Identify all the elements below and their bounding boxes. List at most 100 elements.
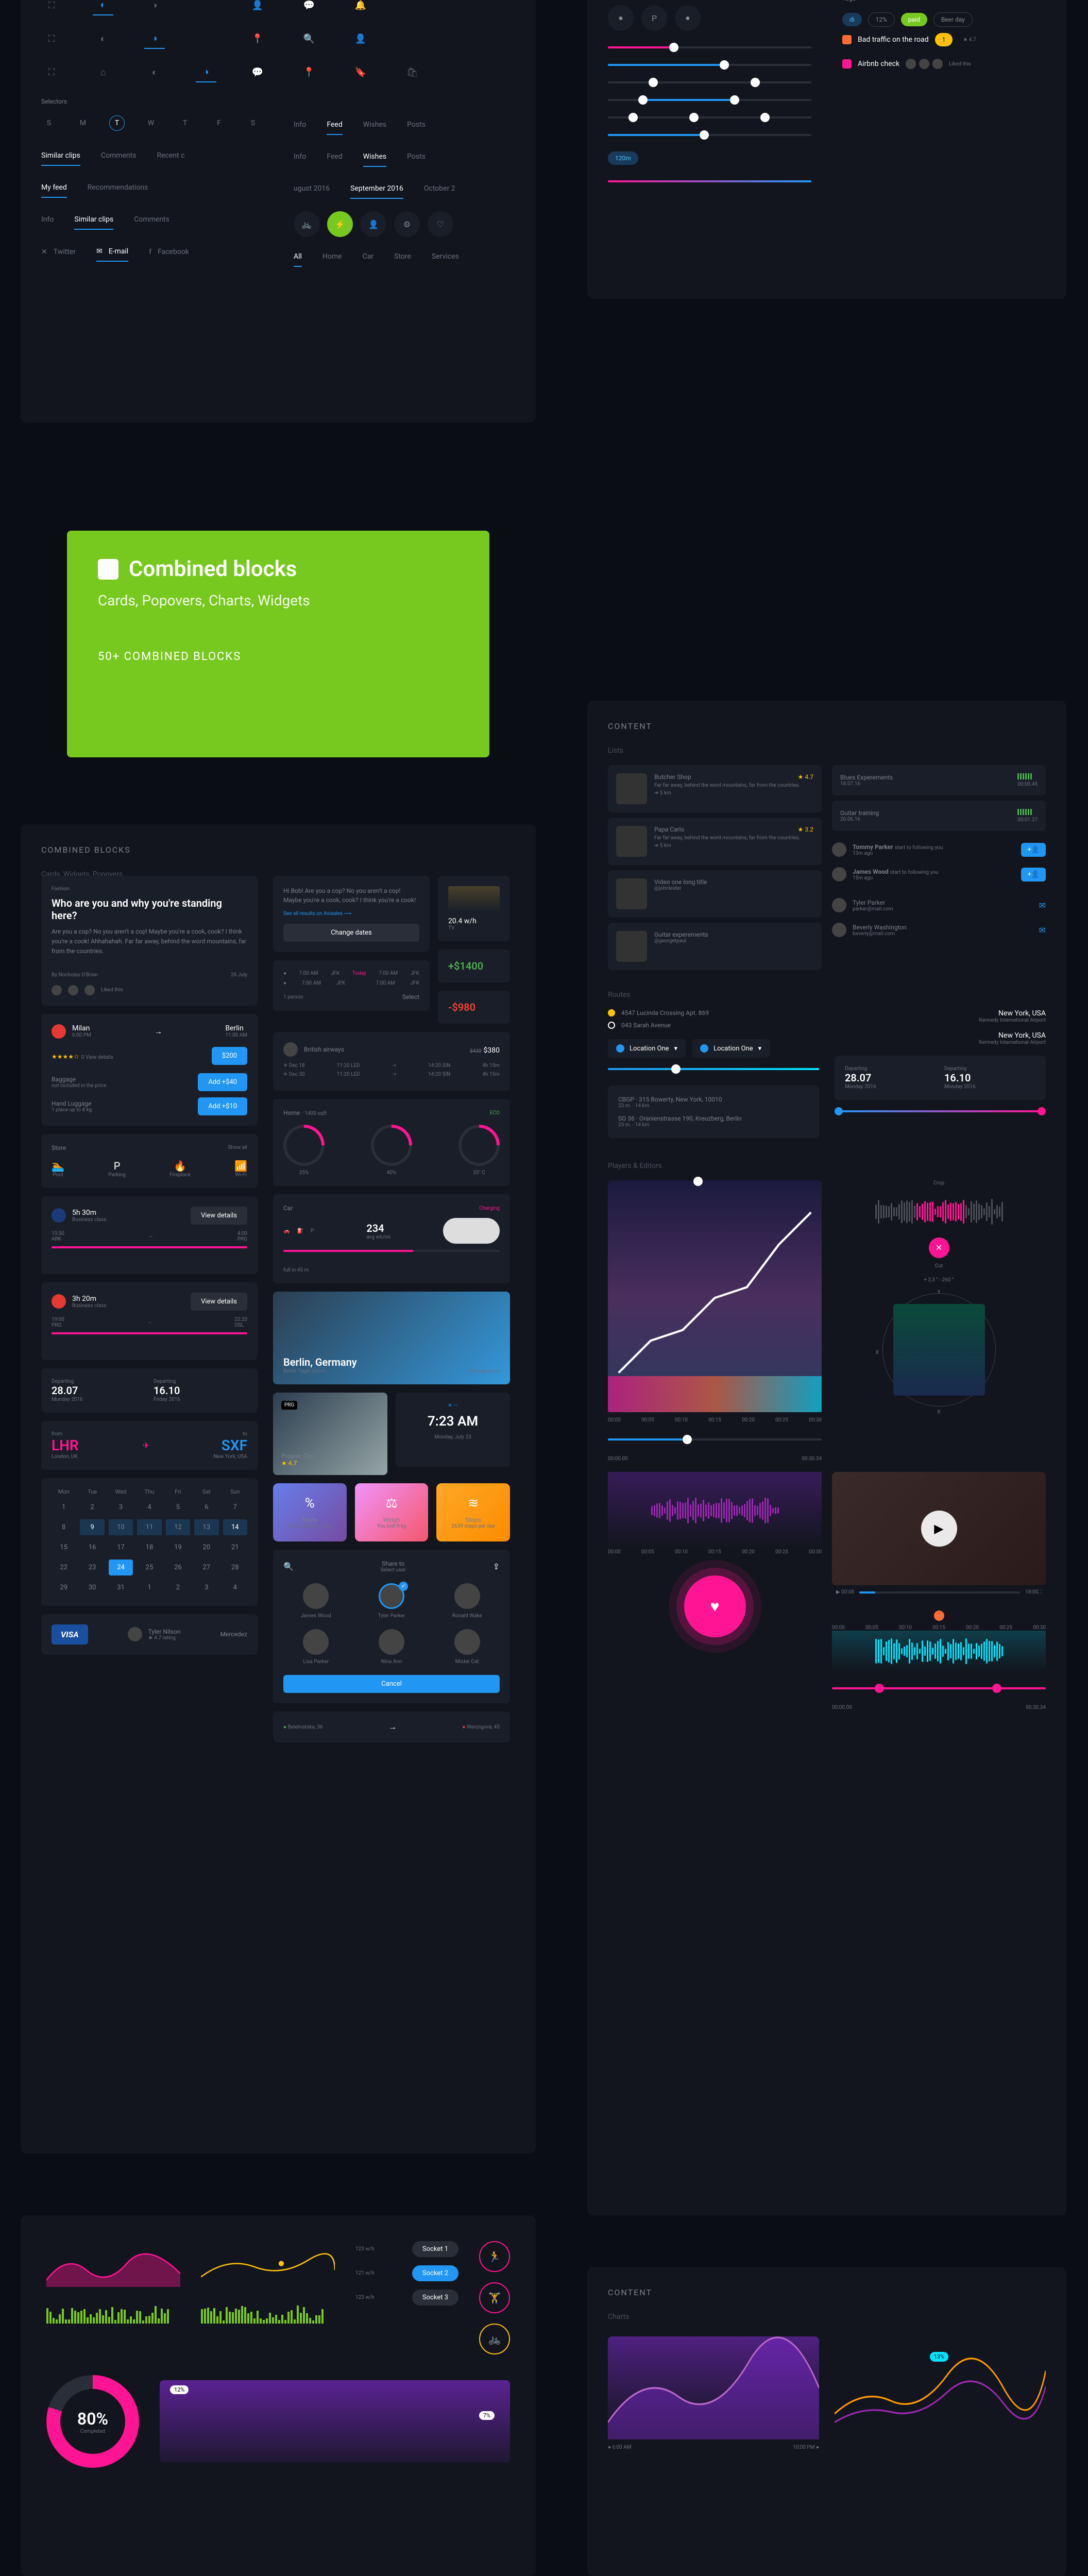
- tab-myfeed[interactable]: My feed: [41, 178, 67, 198]
- mail-icon[interactable]: ✉: [1039, 925, 1046, 935]
- day-t2[interactable]: T: [177, 115, 193, 131]
- tab-info[interactable]: Info: [41, 210, 54, 230]
- player-slider[interactable]: [608, 1438, 822, 1440]
- cal-day[interactable]: 15: [52, 1539, 76, 1555]
- cal-day[interactable]: 7: [223, 1499, 247, 1515]
- cal-day[interactable]: 1: [52, 1499, 76, 1515]
- follow-button[interactable]: +👤: [1021, 843, 1046, 857]
- store-item[interactable]: PParking: [108, 1160, 126, 1178]
- run-icon[interactable]: 🏃: [479, 2241, 510, 2272]
- slider-2[interactable]: [608, 64, 811, 66]
- cal-day[interactable]: 4: [137, 1499, 161, 1515]
- socket-toggle[interactable]: Socket 3: [412, 2290, 458, 2306]
- dumbbell-icon[interactable]: 🏋: [479, 2282, 510, 2313]
- day-w[interactable]: W: [143, 115, 159, 131]
- heart-button[interactable]: ♥: [684, 1575, 746, 1637]
- t-store[interactable]: Store: [394, 247, 411, 267]
- cal-day[interactable]: 2: [166, 1580, 190, 1596]
- cal-day[interactable]: 9: [80, 1519, 104, 1535]
- search-icon[interactable]: 🔍: [299, 28, 319, 49]
- cal-day[interactable]: 22: [52, 1560, 76, 1575]
- chip-user[interactable]: 👤: [361, 211, 386, 237]
- store-item[interactable]: 📶Wi-Fi: [234, 1160, 247, 1178]
- pchip-p[interactable]: P: [641, 5, 667, 31]
- t-aug[interactable]: ugust 2016: [294, 179, 330, 199]
- expand-icon[interactable]: ⛶: [41, 28, 62, 49]
- cal-day[interactable]: 17: [109, 1539, 133, 1555]
- day-s2[interactable]: S: [245, 115, 261, 131]
- cal-day[interactable]: 1: [137, 1580, 161, 1596]
- prague-photo[interactable]: PRG Prague, Cze ★ 4.7: [273, 1393, 387, 1475]
- cal-day[interactable]: 24: [109, 1560, 133, 1575]
- mail-icon[interactable]: ✉: [1039, 901, 1046, 910]
- route-slider[interactable]: [608, 1068, 819, 1070]
- socket-toggle[interactable]: Socket 2: [412, 2265, 458, 2281]
- cal-day[interactable]: 5: [166, 1499, 190, 1515]
- store-item[interactable]: 🔥Fireplace: [169, 1160, 191, 1178]
- purple-waveform[interactable]: [608, 1472, 822, 1549]
- contrast-icon[interactable]: ◐: [144, 62, 165, 82]
- cal-day[interactable]: 13: [194, 1519, 218, 1535]
- t2-posts[interactable]: Posts: [407, 147, 426, 167]
- cal-day[interactable]: 23: [80, 1560, 104, 1575]
- video-thumb[interactable]: ▶: [832, 1472, 1046, 1585]
- pchip-1[interactable]: ●: [608, 5, 634, 31]
- cal-day[interactable]: 19: [166, 1539, 190, 1555]
- tab-facebook[interactable]: f Facebook: [149, 242, 189, 262]
- tab-twitter[interactable]: ✕ Twitter: [41, 242, 76, 262]
- loc-pill-a[interactable]: Location One▾: [608, 1039, 686, 1058]
- contrast-icon[interactable]: ◐: [93, 28, 113, 49]
- socket-toggle[interactable]: Socket 1: [412, 2241, 458, 2257]
- list-item[interactable]: Papa Carlo★ 3.2Far far away, behind the …: [608, 818, 822, 865]
- cal-day[interactable]: 28: [223, 1560, 247, 1575]
- cancel-button[interactable]: Cancel: [283, 1675, 500, 1693]
- scrubber[interactable]: [693, 1177, 703, 1186]
- t-posts[interactable]: Posts: [407, 115, 426, 135]
- day-t[interactable]: T: [109, 115, 125, 131]
- view-details-button[interactable]: View details: [191, 1293, 247, 1311]
- slider-3[interactable]: [608, 81, 811, 83]
- bike-icon[interactable]: 🚲: [479, 2324, 510, 2354]
- cal-day[interactable]: 21: [223, 1539, 247, 1555]
- chip-gear[interactable]: ⚙: [394, 211, 420, 237]
- cal-day[interactable]: 16: [80, 1539, 104, 1555]
- bell-icon[interactable]: 🔔: [350, 0, 371, 15]
- t2-feed[interactable]: Feed: [327, 147, 342, 167]
- t-feed[interactable]: Feed: [327, 115, 342, 135]
- contrast-icon[interactable]: ◐: [93, 0, 113, 15]
- pin-icon[interactable]: 📍: [247, 28, 268, 49]
- cal-day[interactable]: 3: [109, 1499, 133, 1515]
- cal-day[interactable]: 8: [52, 1519, 76, 1535]
- user-option[interactable]: James Wood: [283, 1583, 349, 1619]
- cal-day[interactable]: 11: [137, 1519, 161, 1535]
- cal-day[interactable]: 10: [109, 1519, 133, 1535]
- cal-day[interactable]: 29: [52, 1580, 76, 1596]
- store-item[interactable]: 🏊Pool: [52, 1160, 64, 1178]
- tab-similar[interactable]: Similar clips: [41, 146, 80, 166]
- cal-day[interactable]: 31: [109, 1580, 133, 1596]
- t2-info[interactable]: Info: [294, 147, 306, 167]
- tab-similar2[interactable]: Similar clips: [74, 210, 113, 230]
- tag-beer[interactable]: Beer day: [933, 12, 973, 27]
- follow-button[interactable]: +👤: [1021, 868, 1046, 882]
- expand-icon[interactable]: ⛶: [41, 62, 62, 82]
- tab-comments[interactable]: Comments: [101, 146, 137, 166]
- check-traffic[interactable]: Bad traffic on the road 1 ★ 4.7: [842, 27, 1046, 53]
- metric-tile[interactable]: ⚖WeighYou lost 9 kg: [355, 1483, 429, 1541]
- trim-slider[interactable]: [832, 1687, 1046, 1689]
- tag-paid[interactable]: paid: [901, 13, 927, 26]
- tab-recent[interactable]: Recent c: [157, 146, 184, 166]
- loc-pill-b[interactable]: Location One▾: [692, 1039, 770, 1058]
- t-wishes[interactable]: Wishes: [363, 115, 386, 135]
- user-option[interactable]: Mister Cat: [434, 1629, 500, 1665]
- pchip-2[interactable]: ●: [675, 5, 701, 31]
- slider-4[interactable]: [608, 99, 811, 101]
- marker-a[interactable]: [835, 1107, 843, 1115]
- tag-pct[interactable]: 12%: [868, 12, 895, 27]
- tab-comments2[interactable]: Comments: [134, 210, 169, 230]
- stars-photo[interactable]: [608, 1180, 822, 1412]
- price-btn[interactable]: $200: [212, 1047, 247, 1065]
- chip-run[interactable]: ⚡: [327, 211, 353, 237]
- slider-5[interactable]: [608, 116, 811, 118]
- search-icon[interactable]: 🔍: [283, 1562, 294, 1571]
